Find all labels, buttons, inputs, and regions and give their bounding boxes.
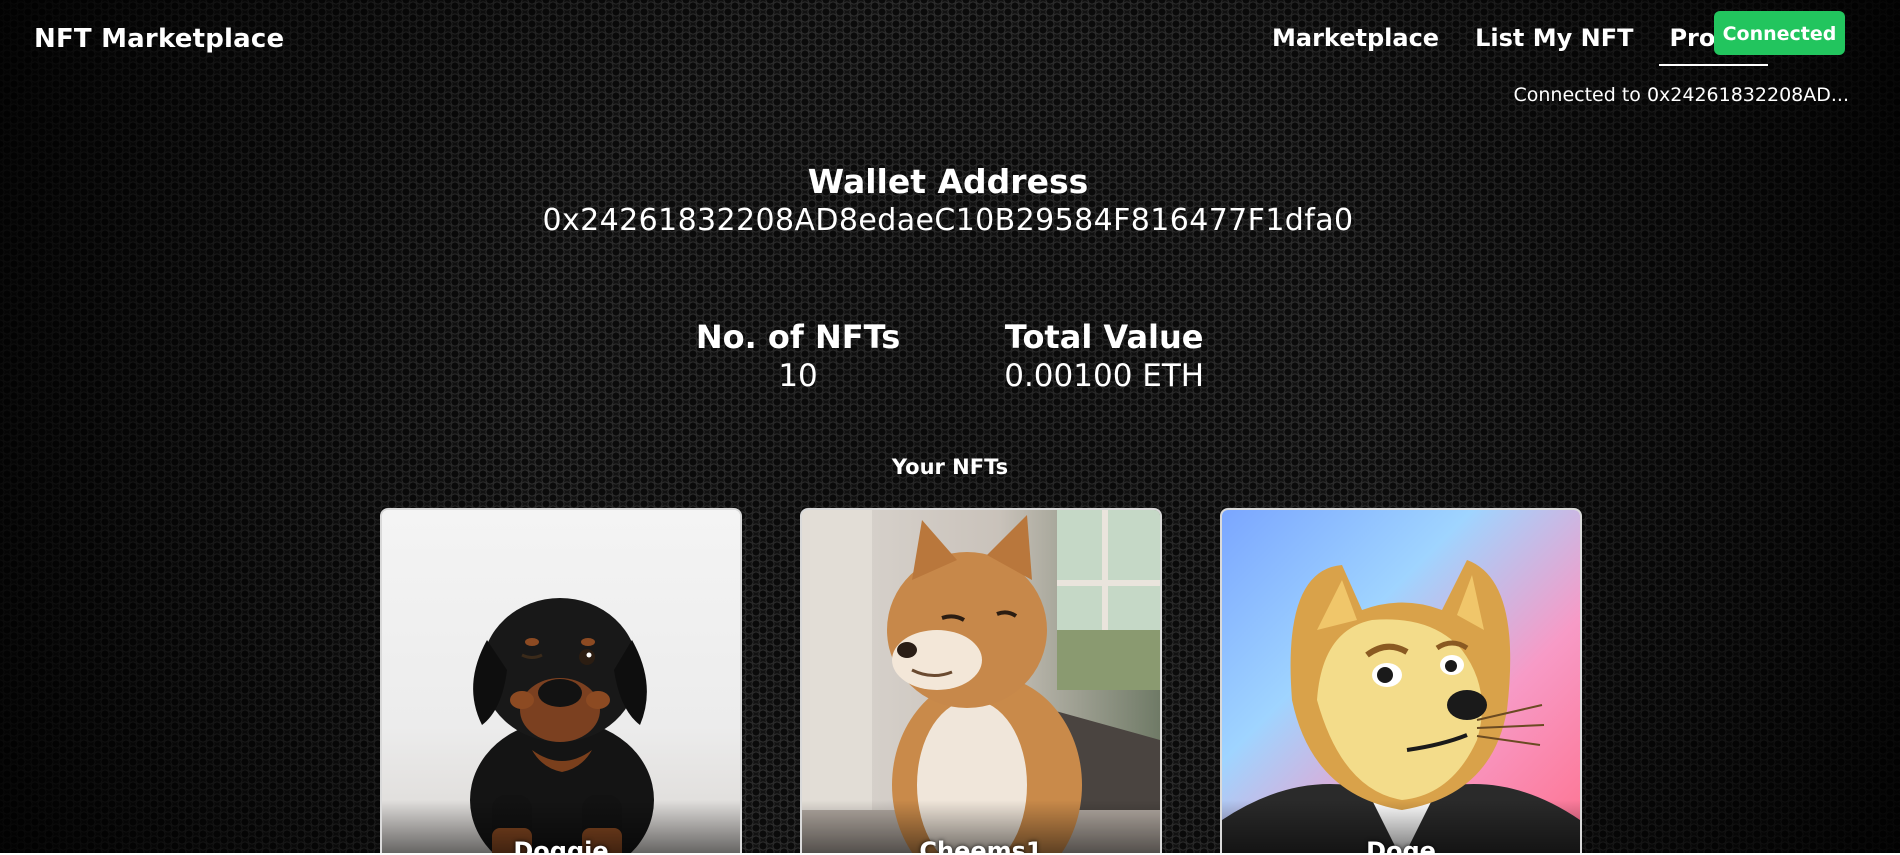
nft-count-label: No. of NFTs <box>695 318 901 356</box>
nft-card[interactable]: Doggie <box>380 508 742 855</box>
wallet-address-value: 0x24261832208AD8edaeC10B29584F816477F1df… <box>542 203 1354 238</box>
brand-logo-text[interactable]: NFT Marketplace <box>34 24 284 54</box>
total-value-label: Total Value <box>1004 318 1204 356</box>
total-value-value: 0.00100 ETH <box>1004 358 1205 394</box>
nft-card[interactable]: Doge <box>1220 508 1582 855</box>
nft-count-value: 10 <box>778 358 818 394</box>
nav-list-my-nft[interactable]: List My NFT <box>1475 22 1633 64</box>
nav-marketplace[interactable]: Marketplace <box>1272 22 1439 64</box>
page: NFT Marketplace Marketplace List My NFT … <box>0 0 1900 855</box>
your-nfts-heading: Your NFTs <box>891 455 1009 479</box>
profile-stats: No. of NFTs 10 Total Value 0.00100 ETH <box>0 318 1900 394</box>
wallet-address-label: Wallet Address <box>807 162 1089 201</box>
nav-links: Marketplace List My NFT Profile <box>1272 22 1784 66</box>
wallet-section: Wallet Address 0x24261832208AD8edaeC10B2… <box>0 162 1900 238</box>
nft-count-stat: No. of NFTs 10 <box>696 318 900 394</box>
connection-status: Connected to 0x24261832208AD... <box>1513 84 1849 106</box>
nft-card[interactable]: Cheems1 <box>800 508 1162 855</box>
connect-wallet-button[interactable]: Connected <box>1714 11 1845 55</box>
total-value-stat: Total Value 0.00100 ETH <box>1004 318 1204 394</box>
